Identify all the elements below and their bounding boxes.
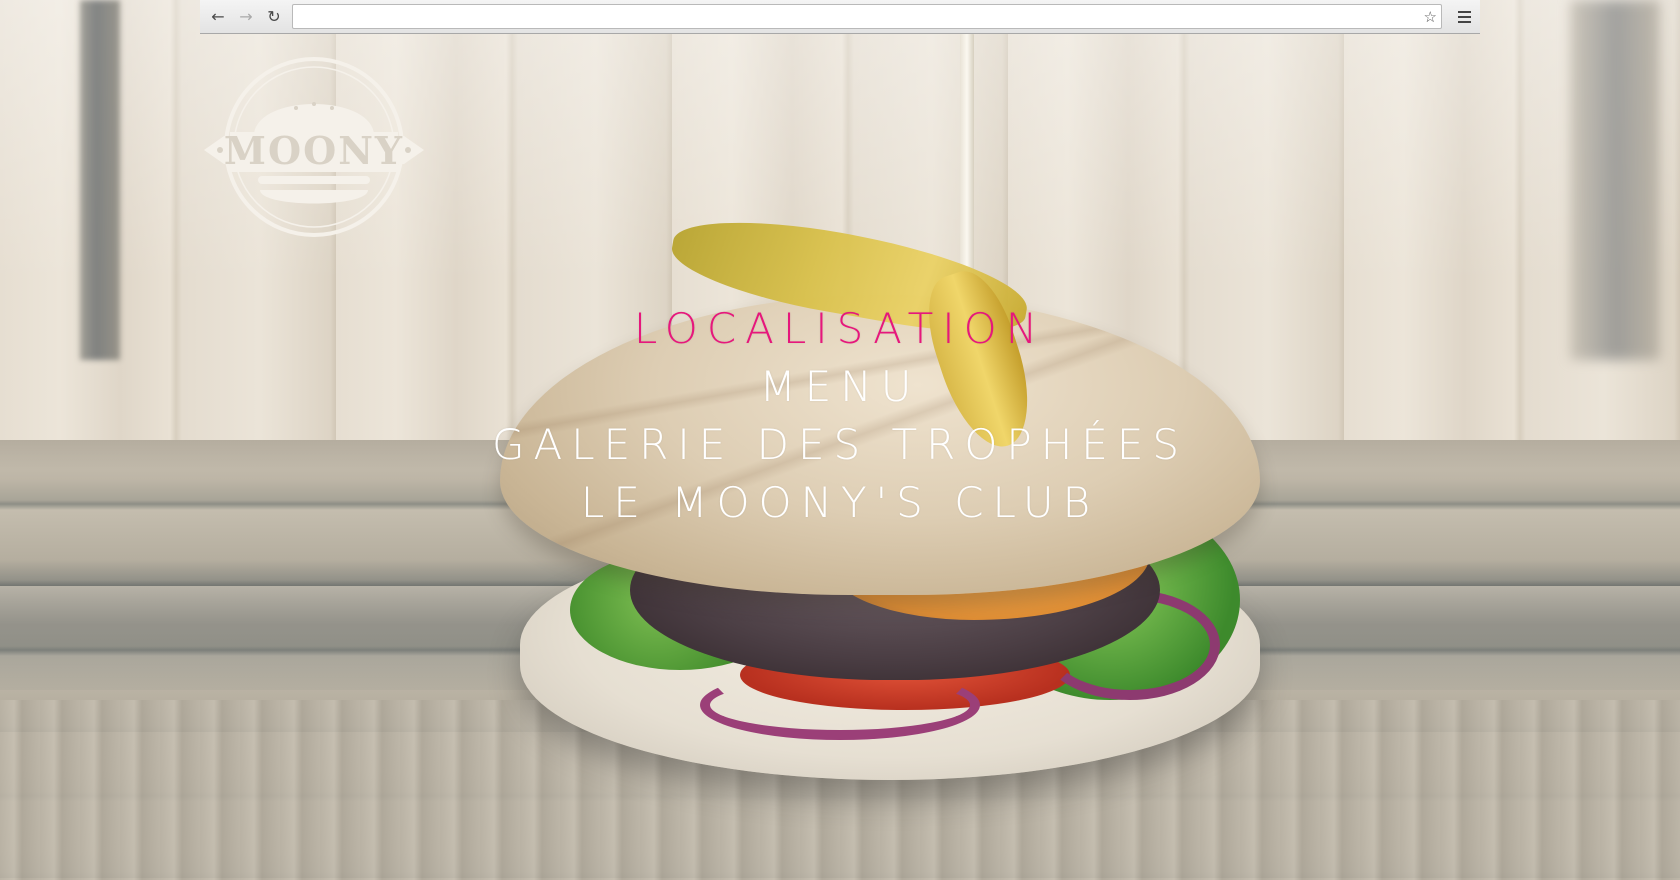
reload-button[interactable]: ↻ bbox=[260, 3, 288, 31]
arrow-left-icon: ← bbox=[211, 7, 225, 26]
reload-icon: ↻ bbox=[267, 7, 281, 26]
hamburger-menu-icon bbox=[1457, 10, 1471, 23]
nav-item-galerie-des-trophees[interactable]: GALERIE DES TROPHÉES bbox=[492, 416, 1188, 474]
browser-menu-button[interactable] bbox=[1450, 3, 1478, 31]
star-icon[interactable]: ☆ bbox=[1424, 8, 1437, 26]
address-bar[interactable]: ☆ bbox=[292, 4, 1442, 29]
nav-item-moonys-club[interactable]: LE MOONY'S CLUB bbox=[581, 474, 1099, 532]
logo-text: MOONY bbox=[224, 128, 404, 173]
forward-button[interactable]: → bbox=[232, 3, 260, 31]
onion-ring bbox=[700, 670, 980, 740]
nav-item-menu[interactable]: MENU bbox=[760, 358, 921, 416]
main-nav: LOCALISATION MENU GALERIE DES TROPHÉES L… bbox=[0, 300, 1680, 532]
nav-item-localisation[interactable]: LOCALISATION bbox=[634, 300, 1046, 358]
burger-icon: MOONY bbox=[204, 57, 424, 237]
moony-logo[interactable]: MOONY bbox=[200, 50, 428, 245]
arrow-right-icon: → bbox=[239, 7, 253, 26]
back-button[interactable]: ← bbox=[204, 3, 232, 31]
browser-toolbar: ← → ↻ ☆ bbox=[200, 0, 1480, 34]
